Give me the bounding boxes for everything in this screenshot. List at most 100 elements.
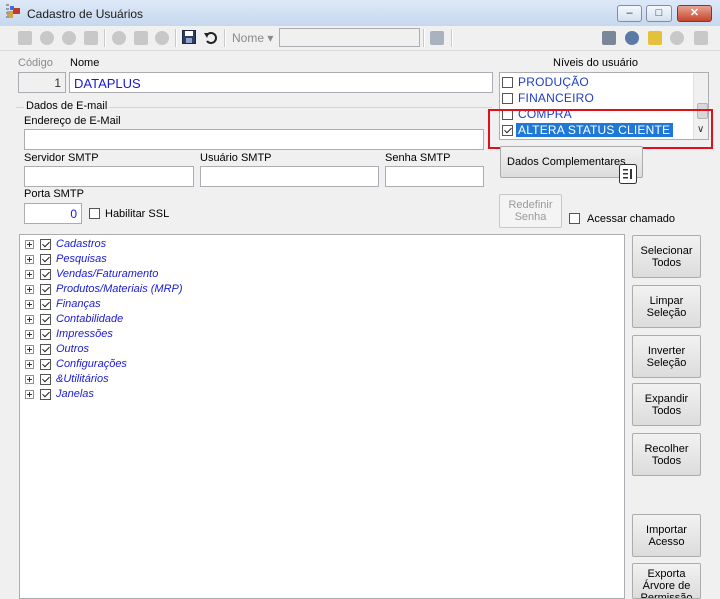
list-item[interactable]: FINANCEIRO xyxy=(500,90,690,106)
level-checkbox[interactable] xyxy=(502,77,513,88)
dados-complementares-label: Dados Complementares xyxy=(507,156,626,168)
delete-record-icon[interactable] xyxy=(155,31,169,45)
codigo-field[interactable]: 1 xyxy=(18,72,66,93)
smtp-user-field[interactable] xyxy=(200,166,379,187)
filter-field-label: Nome xyxy=(232,31,265,45)
toolbar-separator xyxy=(423,29,425,47)
expand-icon[interactable] xyxy=(25,390,34,399)
expand-icon[interactable] xyxy=(25,270,34,279)
smtp-port-label: Porta SMTP xyxy=(24,188,84,200)
maximize-icon: □ xyxy=(655,7,663,19)
tree-checkbox[interactable] xyxy=(40,389,51,400)
inverter-selecao-button[interactable]: Inverter Seleção xyxy=(632,335,701,378)
expand-icon[interactable] xyxy=(25,255,34,264)
email-field[interactable] xyxy=(24,129,484,150)
save-icon[interactable] xyxy=(182,30,196,47)
filter-field-dropdown[interactable]: Nome ▾ xyxy=(232,31,273,45)
next-record-icon[interactable] xyxy=(62,31,76,45)
report-icon[interactable] xyxy=(602,31,616,45)
expand-icon[interactable] xyxy=(25,285,34,294)
tree-label: Outros xyxy=(56,343,90,355)
last-record-icon[interactable] xyxy=(84,31,98,45)
minimize-button[interactable]: – xyxy=(617,5,642,22)
email-label: Endereço de E-Mail xyxy=(24,115,121,127)
close-button[interactable]: ✕ xyxy=(677,5,712,22)
tree-checkbox[interactable] xyxy=(40,269,51,280)
level-checkbox[interactable] xyxy=(502,93,513,104)
tree-checkbox[interactable] xyxy=(40,239,51,250)
expand-icon[interactable] xyxy=(25,315,34,324)
user-icon[interactable] xyxy=(670,31,684,45)
codigo-label: Código xyxy=(18,57,53,69)
level-label: FINANCEIRO xyxy=(518,91,595,105)
tree-checkbox[interactable] xyxy=(40,344,51,355)
tree-label: Finanças xyxy=(56,298,101,310)
window-title: Cadastro de Usuários xyxy=(27,7,144,21)
tree-label: Vendas/Faturamento xyxy=(56,268,159,280)
tree-checkbox[interactable] xyxy=(40,374,51,385)
edit-record-icon[interactable] xyxy=(134,31,148,45)
filter-search-input[interactable] xyxy=(279,28,420,47)
toolbar-separator xyxy=(104,29,106,47)
acessar-chamado-label: Acessar chamado xyxy=(587,213,676,225)
tree-label: &Utilitários xyxy=(56,373,109,385)
exit-icon[interactable] xyxy=(694,31,708,45)
notes-icon[interactable] xyxy=(648,31,662,45)
tree-label: Impressões xyxy=(56,328,113,340)
smtp-user-label: Usuário SMTP xyxy=(200,152,272,164)
tree-label: Cadastros xyxy=(56,238,107,250)
tree-checkbox[interactable] xyxy=(40,359,51,370)
exporta-arvore-button[interactable]: Exporta Árvore de Permissão xyxy=(632,563,701,599)
nome-field[interactable]: DATAPLUS xyxy=(69,72,493,93)
expandir-todos-button[interactable]: Expandir Todos xyxy=(632,383,701,426)
acessar-chamado-checkbox[interactable] xyxy=(569,213,580,224)
smtp-password-field[interactable] xyxy=(385,166,484,187)
filter-grid-icon[interactable] xyxy=(430,31,444,45)
tree-label: Contabilidade xyxy=(56,313,124,325)
tree-label: Janelas xyxy=(56,388,94,400)
expand-icon[interactable] xyxy=(25,240,34,249)
recolher-todos-button[interactable]: Recolher Todos xyxy=(632,433,701,476)
tree-label: Configurações xyxy=(56,358,127,370)
tree-checkbox[interactable] xyxy=(40,284,51,295)
tree-checkbox[interactable] xyxy=(40,299,51,310)
dados-complementares-button[interactable]: Dados Complementares xyxy=(500,146,643,184)
niveis-label: Níveis do usuário xyxy=(553,57,638,69)
expand-icon[interactable] xyxy=(25,345,34,354)
expand-icon[interactable] xyxy=(25,330,34,339)
level-label: PRODUÇÃO xyxy=(518,75,589,89)
chevron-down-icon: ▾ xyxy=(267,31,274,45)
ssl-checkbox[interactable] xyxy=(89,208,100,219)
expand-icon[interactable] xyxy=(25,375,34,384)
smtp-server-label: Servidor SMTP xyxy=(24,152,99,164)
nome-label: Nome xyxy=(70,57,100,69)
smtp-port-field[interactable]: 0 xyxy=(24,203,82,224)
first-record-icon[interactable] xyxy=(18,31,32,45)
email-group-title: Dados de E-mail xyxy=(24,100,110,112)
settings-icon[interactable] xyxy=(625,31,639,45)
minimize-icon: – xyxy=(626,7,633,19)
importar-acesso-button[interactable]: Importar Acesso xyxy=(632,514,701,557)
toolbar-grip xyxy=(6,4,9,20)
redefinir-senha-button[interactable]: Redefinir Senha xyxy=(499,194,562,228)
tree-label: Produtos/Materiais (MRP) xyxy=(56,283,183,295)
permission-tree[interactable]: Cadastros Pesquisas Vendas/Faturamento P… xyxy=(19,234,625,599)
expand-icon[interactable] xyxy=(25,360,34,369)
tree-checkbox[interactable] xyxy=(40,254,51,265)
toolbar-separator xyxy=(451,29,453,47)
previous-record-icon[interactable] xyxy=(40,31,54,45)
tree-checkbox[interactable] xyxy=(40,314,51,325)
ssl-label: Habilitar SSL xyxy=(105,208,170,220)
limpar-selecao-button[interactable]: Limpar Seleção xyxy=(632,285,701,328)
list-item[interactable]: PRODUÇÃO xyxy=(500,74,690,90)
maximize-button[interactable]: □ xyxy=(646,5,672,22)
close-icon: ✕ xyxy=(689,7,700,19)
smtp-server-field[interactable] xyxy=(24,166,194,187)
toolbar-separator xyxy=(175,29,177,47)
new-record-icon[interactable] xyxy=(112,31,126,45)
undo-icon[interactable] xyxy=(203,30,217,47)
toolbar-separator xyxy=(224,29,226,47)
expand-icon[interactable] xyxy=(25,300,34,309)
selecionar-todos-button[interactable]: Selecionar Todos xyxy=(632,235,701,278)
tree-checkbox[interactable] xyxy=(40,329,51,340)
